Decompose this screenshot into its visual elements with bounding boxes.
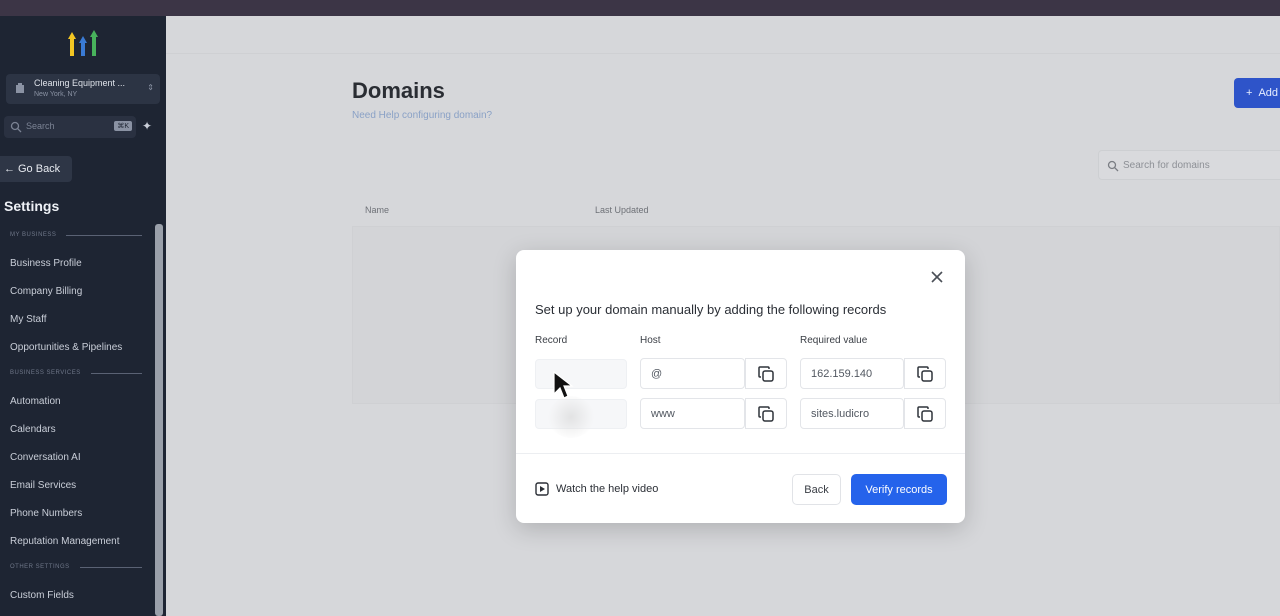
lightning-icon[interactable]: ✦ [142, 119, 158, 135]
copy-icon [917, 405, 933, 422]
divider [90, 372, 142, 374]
copy-host-button[interactable] [745, 398, 787, 429]
section-label: BUSINESS SERVICES [10, 370, 81, 376]
settings-title: Settings [4, 198, 60, 214]
section-label: OTHER SETTINGS [10, 564, 70, 570]
host-field[interactable]: @ [640, 358, 745, 389]
search-icon [10, 121, 22, 133]
section-business-services: BUSINESS SERVICES [10, 370, 142, 376]
app-logo [68, 30, 98, 56]
location-name: Cleaning Equipment ... [34, 78, 126, 88]
location-switcher[interactable]: Cleaning Equipment ... New York, NY ⇕ [6, 74, 160, 104]
sidebar-search-placeholder: Search [26, 121, 55, 131]
domain-search-placeholder: Search for domains [1123, 160, 1210, 171]
help-link[interactable]: Need Help configuring domain? [352, 110, 492, 121]
verify-records-button[interactable]: Verify records [851, 474, 947, 505]
go-back-label: Go Back [18, 163, 61, 175]
host-value: www [651, 408, 675, 420]
section-other-settings: OTHER SETTINGS [10, 564, 142, 570]
arrow-left-icon: ← [4, 163, 15, 175]
column-required-value: Required value [800, 335, 868, 346]
column-record: Record [535, 335, 568, 346]
record-type-cell [535, 359, 627, 389]
search-icon [1107, 160, 1119, 172]
location-subtitle: New York, NY [34, 91, 78, 98]
column-host: Host [640, 335, 661, 346]
sidebar-item-conversation-ai[interactable]: Conversation AI [10, 452, 81, 463]
play-video-icon [535, 482, 549, 496]
copy-value-button[interactable] [904, 358, 946, 389]
host-field[interactable]: www [640, 398, 745, 429]
required-value: 162.159.140 [811, 368, 873, 380]
page-title: Domains [352, 78, 445, 103]
add-domain-button[interactable]: + Add [1234, 78, 1280, 108]
domain-search-input[interactable]: Search for domains [1098, 150, 1280, 180]
watch-help-video-link[interactable]: Watch the help video [535, 482, 658, 496]
sidebar-item-calendars[interactable]: Calendars [10, 424, 56, 435]
plus-icon: + [1246, 87, 1253, 99]
copy-icon [758, 405, 774, 422]
back-button[interactable]: Back [792, 474, 841, 505]
section-label: MY BUSINESS [10, 232, 57, 238]
sidebar: Cleaning Equipment ... New York, NY ⇕ Se… [0, 16, 166, 616]
sidebar-item-phone-numbers[interactable]: Phone Numbers [10, 508, 82, 519]
value-field[interactable]: 162.159.140 [800, 358, 904, 389]
value-field[interactable]: sites.ludicro [800, 398, 904, 429]
divider [66, 234, 142, 236]
copy-icon [758, 365, 774, 382]
go-back-button[interactable]: ← Go Back [0, 156, 72, 182]
modal-divider [516, 453, 965, 454]
copy-host-button[interactable] [745, 358, 787, 389]
window-top-bar [0, 0, 1280, 16]
required-value: sites.ludicro [811, 408, 870, 420]
modal-title: Set up your domain manually by adding th… [535, 302, 887, 317]
sidebar-item-opportunities[interactable]: Opportunities & Pipelines [10, 342, 122, 353]
section-my-business: MY BUSINESS [10, 232, 142, 238]
sidebar-item-my-staff[interactable]: My Staff [10, 314, 47, 325]
top-header [166, 16, 1280, 54]
sidebar-scrollbar[interactable] [155, 224, 163, 616]
building-icon [16, 83, 24, 93]
column-header-name[interactable]: Name [365, 205, 389, 215]
sidebar-search[interactable]: Search ⌘K [4, 116, 136, 138]
click-highlight [548, 396, 594, 438]
sidebar-item-email-services[interactable]: Email Services [10, 480, 76, 491]
sidebar-item-automation[interactable]: Automation [10, 396, 61, 407]
help-video-label: Watch the help video [556, 483, 659, 495]
chevron-updown-icon: ⇕ [147, 83, 154, 92]
add-domain-label: Add [1258, 87, 1279, 99]
copy-value-button[interactable] [904, 398, 946, 429]
close-button[interactable] [928, 268, 946, 286]
host-value: @ [651, 368, 663, 380]
sidebar-item-reputation[interactable]: Reputation Management [10, 536, 120, 547]
column-header-last-updated[interactable]: Last Updated [595, 205, 649, 215]
divider [79, 566, 142, 568]
dns-records-modal: Set up your domain manually by adding th… [516, 250, 965, 523]
shortcut-badge: ⌘K [114, 121, 132, 131]
sidebar-item-business-profile[interactable]: Business Profile [10, 258, 82, 269]
sidebar-item-company-billing[interactable]: Company Billing [10, 286, 82, 297]
sidebar-item-custom-fields[interactable]: Custom Fields [10, 590, 74, 601]
mouse-cursor-icon [553, 370, 574, 399]
copy-icon [917, 365, 933, 382]
close-icon [931, 271, 943, 283]
